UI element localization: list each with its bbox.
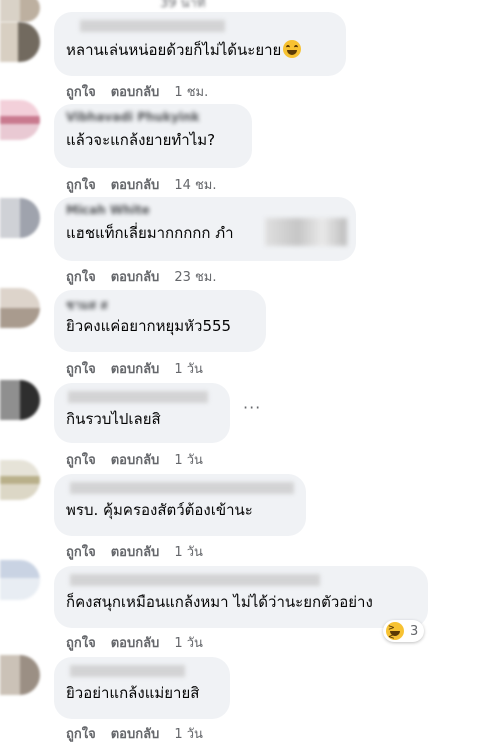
- comment-bubble: กินรวบไปเลยสิ: [54, 383, 230, 443]
- avatar[interactable]: [0, 22, 40, 62]
- comment-bubble: Vibhavadi Phukyink แล้วจะแกล้งยายทำไม?: [54, 104, 252, 168]
- comment-time[interactable]: 1 วัน: [174, 358, 203, 379]
- comment-time[interactable]: 1 ชม.: [174, 81, 208, 102]
- blurred-content: [265, 218, 347, 246]
- like-button[interactable]: ถูกใจ: [66, 266, 96, 287]
- comment-bubble: พรบ. คุ้มครองสัตว์ต้องเข้านะ: [54, 474, 306, 536]
- comment-actions: ถูกใจ ตอบกลับ 1 วัน: [66, 723, 218, 744]
- comment-text: หลานเล่นหน่อยด้วยก็ไม่ได้นะยาย: [66, 40, 334, 60]
- comment-actions: ถูกใจ ตอบกลับ 14 ชม.: [66, 174, 232, 195]
- commenter-name[interactable]: Vibhavadi Phukyink: [66, 110, 240, 126]
- avatar[interactable]: [0, 198, 40, 238]
- comment-time[interactable]: 1 วัน: [174, 632, 203, 653]
- comment-actions: ถูกใจ ตอบกลับ 1 วัน: [66, 541, 218, 562]
- reply-button[interactable]: ตอบกลับ: [111, 266, 160, 287]
- commenter-name[interactable]: [76, 18, 334, 34]
- comment-text: แล้วจะแกล้งยายทำไม?: [66, 131, 216, 149]
- comment-time[interactable]: 1 วัน: [174, 541, 203, 562]
- comment-text: ยิวอย่าแกล้งแม่ยายสิ: [66, 684, 200, 702]
- like-button[interactable]: ถูกใจ: [66, 81, 96, 102]
- reply-button[interactable]: ตอบกลับ: [111, 174, 160, 195]
- avatar[interactable]: [0, 655, 40, 695]
- comment-text: พรบ. คุ้มครองสัตว์ต้องเข้านะ: [66, 501, 253, 519]
- comment-actions: ถูกใจ ตอบกลับ 1 วัน: [66, 632, 218, 653]
- comment-bubble: ก็คงสนุกเหมือนแกล้งหมา ไม่ได้ว่านะยกตัวอ…: [54, 566, 428, 628]
- commenter-name[interactable]: Micah White: [66, 203, 344, 219]
- comment-time[interactable]: 14 ชม.: [174, 174, 216, 195]
- smiling-face-icon: [283, 40, 302, 58]
- comment-time[interactable]: 23 ชม.: [174, 266, 216, 287]
- avatar[interactable]: [0, 100, 40, 140]
- commenter-name[interactable]: [66, 663, 218, 679]
- avatar[interactable]: [0, 380, 40, 420]
- like-button[interactable]: ถูกใจ: [66, 174, 96, 195]
- more-options-icon[interactable]: ···: [243, 398, 261, 417]
- like-button[interactable]: ถูกใจ: [66, 358, 96, 379]
- reaction-badge[interactable]: 3: [383, 620, 425, 642]
- reply-button[interactable]: ตอบกลับ: [111, 632, 160, 653]
- comment-text: กินรวบไปเลยสิ: [66, 410, 161, 428]
- comment-time: 39 นาที: [160, 0, 206, 11]
- reply-button[interactable]: ตอบกลับ: [111, 723, 160, 744]
- comment-text: ยิวคงแค่อยากหยุมหัว555: [66, 317, 232, 335]
- comment-bubble: ชามส ส ยิวคงแค่อยากหยุมหัว555: [54, 290, 266, 352]
- reply-button[interactable]: ตอบกลับ: [111, 358, 160, 379]
- like-button[interactable]: ถูกใจ: [66, 541, 96, 562]
- avatar[interactable]: [0, 560, 40, 600]
- reaction-count: 3: [410, 623, 419, 639]
- like-button[interactable]: ถูกใจ: [66, 632, 96, 653]
- avatar[interactable]: [0, 0, 40, 22]
- reply-button[interactable]: ตอบกลับ: [111, 81, 160, 102]
- comment-time[interactable]: 1 วัน: [174, 449, 203, 470]
- comment-bubble: ยิวอย่าแกล้งแม่ยายสิ: [54, 657, 230, 719]
- like-button[interactable]: ถูกใจ: [66, 723, 96, 744]
- commenter-name[interactable]: [66, 389, 218, 405]
- reply-button[interactable]: ตอบกลับ: [111, 449, 160, 470]
- comment-actions: ถูกใจ ตอบกลับ 1 ชม.: [66, 81, 223, 102]
- comment-bubble: หลานเล่นหน่อยด้วยก็ไม่ได้นะยาย: [54, 12, 346, 76]
- commenter-name[interactable]: [66, 480, 294, 496]
- commenter-name[interactable]: [66, 572, 416, 588]
- comment-actions: ถูกใจ ตอบกลับ 23 ชม.: [66, 266, 232, 287]
- laughing-face-icon: [386, 622, 404, 641]
- avatar[interactable]: [0, 460, 40, 500]
- reply-button[interactable]: ตอบกลับ: [111, 541, 160, 562]
- avatar[interactable]: [0, 288, 40, 328]
- comment-time[interactable]: 1 วัน: [174, 723, 203, 744]
- comment-actions: ถูกใจ ตอบกลับ 1 วัน: [66, 449, 218, 470]
- comment-actions: ถูกใจ ตอบกลับ 1 วัน: [66, 358, 218, 379]
- commenter-name[interactable]: ชามส ส: [66, 296, 254, 312]
- comment-text: ก็คงสนุกเหมือนแกล้งหมา ไม่ได้ว่านะยกตัวอ…: [66, 593, 373, 611]
- like-button[interactable]: ถูกใจ: [66, 449, 96, 470]
